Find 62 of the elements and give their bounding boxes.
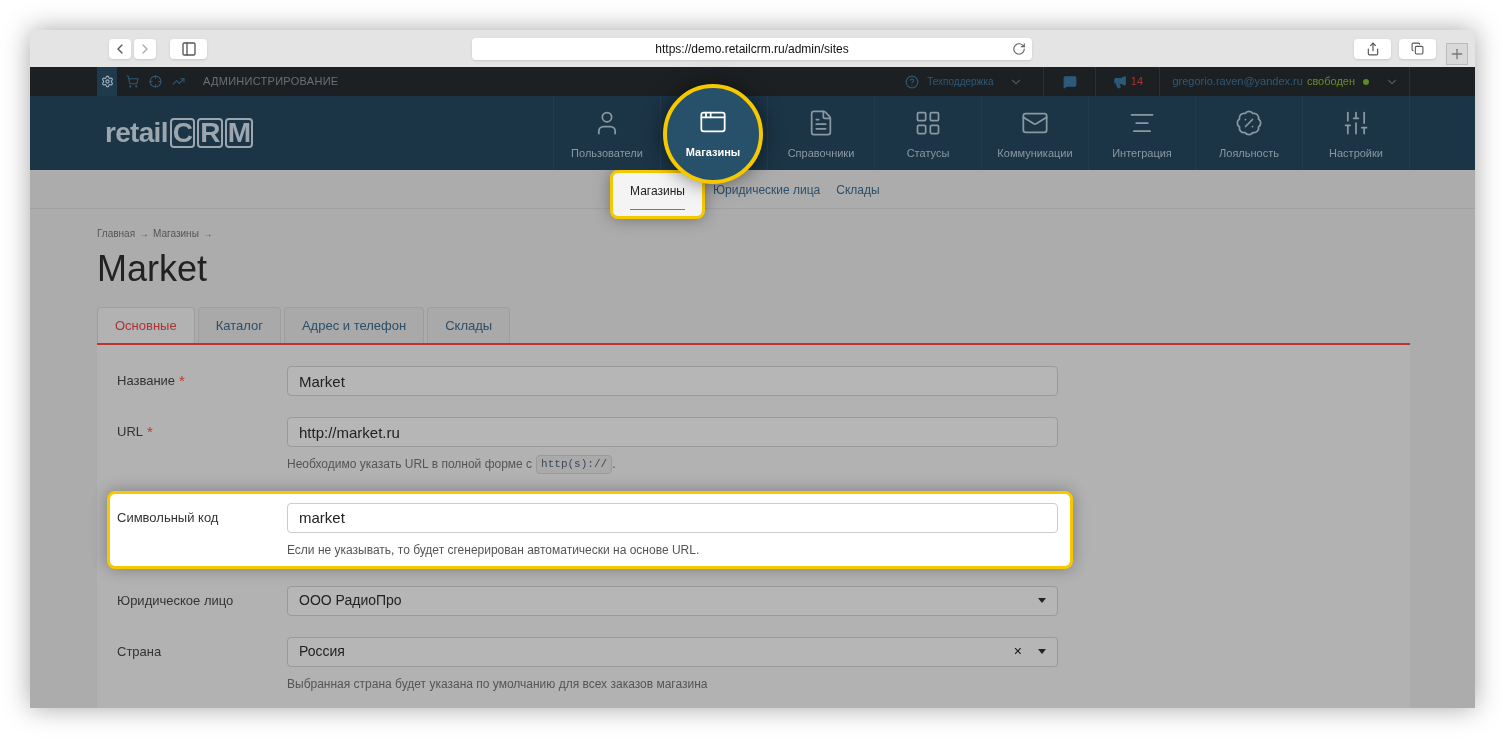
subnav-tab[interactable]: Склады — [836, 183, 880, 197]
field-label: URL — [117, 423, 143, 442]
tab[interactable]: Основные — [97, 307, 195, 343]
breadcrumb-link[interactable]: Главная — [97, 226, 136, 241]
code-snippet: http(s):// — [536, 455, 613, 474]
nav-item[interactable]: Лояльность — [1195, 96, 1302, 170]
tabs-button[interactable] — [1399, 38, 1436, 59]
megaphone-icon[interactable] — [1112, 74, 1127, 89]
sidebar-button[interactable] — [170, 38, 207, 59]
breadcrumb-separator: → — [139, 227, 150, 241]
address-bar[interactable]: https://demo.retailcrm.ru/admin/sites — [472, 37, 1032, 60]
cart-icon[interactable] — [126, 75, 139, 88]
text-field[interactable]: Market — [287, 366, 1058, 396]
field-label: Юридическое лицо — [117, 591, 234, 610]
section-title: АДМИНИСТРИРОВАНИЕ — [203, 74, 339, 90]
required-mark: * — [179, 370, 185, 391]
crosshair-icon[interactable] — [149, 75, 162, 88]
hint-text: Необходимо указать URL в полной форме с — [287, 456, 533, 474]
tab[interactable]: Каталог — [197, 307, 281, 343]
nav-item[interactable]: Магазины — [663, 84, 763, 184]
nav-item[interactable]: Справочники — [767, 96, 874, 170]
notification-count: 14 — [1130, 74, 1144, 90]
select-field[interactable]: ООО РадиоПро — [287, 585, 1058, 616]
percent-tag-icon — [1235, 108, 1263, 137]
field-label: Символьный код — [117, 508, 219, 527]
caret-icon — [1038, 649, 1046, 654]
text-field[interactable]: http://market.ru — [287, 417, 1058, 447]
forward-button[interactable] — [134, 38, 156, 59]
clear-button[interactable]: × — [1013, 641, 1022, 662]
support-link[interactable]: Техподдержка — [927, 74, 994, 89]
sidebar-icon — [180, 40, 197, 57]
user-status: свободен — [1306, 74, 1355, 90]
nav-item[interactable]: Статусы — [874, 96, 981, 170]
field-label: Название — [117, 372, 176, 391]
nav-item[interactable]: Коммуникации — [981, 96, 1088, 170]
hint-text: . — [612, 456, 616, 474]
tabs-icon — [1411, 42, 1424, 55]
nav-item[interactable]: Интеграция — [1088, 96, 1195, 170]
tab[interactable]: Адрес и телефон — [283, 307, 425, 343]
new-tab-button[interactable] — [1446, 42, 1468, 65]
settings-icon[interactable] — [100, 75, 114, 88]
reload-icon[interactable] — [1012, 41, 1026, 56]
subnav-tab[interactable]: Магазины — [610, 170, 705, 219]
chat-icon[interactable] — [1062, 74, 1077, 89]
select-field[interactable]: Россия × — [287, 636, 1058, 667]
field-label: Страна — [117, 642, 162, 661]
caret-icon — [1038, 598, 1046, 603]
back-button[interactable] — [109, 38, 131, 59]
text-field[interactable]: market — [287, 502, 1058, 533]
share-icon — [1365, 41, 1380, 56]
nav-item[interactable]: Настройки — [1302, 96, 1409, 170]
breadcrumb-separator: → — [202, 227, 213, 241]
breadcrumb-link[interactable]: Магазины — [153, 226, 199, 241]
chart-icon[interactable] — [172, 75, 185, 88]
share-button[interactable] — [1354, 38, 1391, 59]
hint-text: Если не указывать, то будет сгенерирован автоматически на основе URL. — [287, 541, 700, 559]
help-icon — [905, 74, 920, 89]
subnav-tab[interactable]: Юридические лица — [712, 183, 821, 197]
tab[interactable]: Склады — [427, 307, 511, 343]
page-title: Market — [97, 251, 209, 287]
required-mark: * — [147, 421, 153, 442]
hint-text: Выбранная страна будет указана по умолчанию для всех заказов магазина — [287, 675, 708, 693]
